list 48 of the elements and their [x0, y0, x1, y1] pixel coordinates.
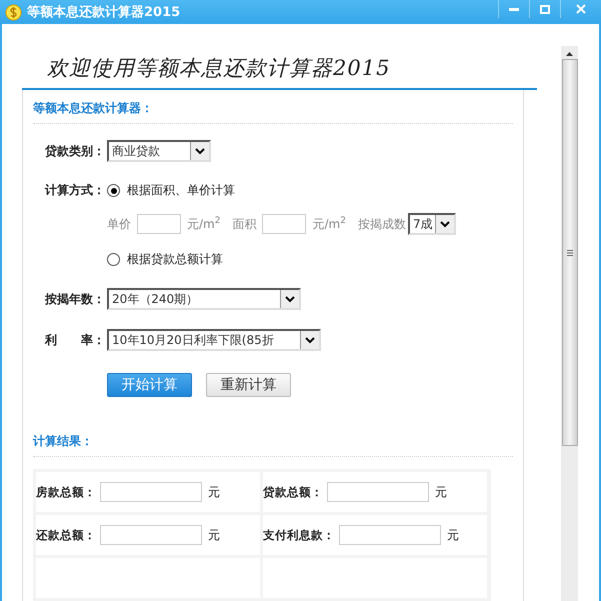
- scroll-thumb[interactable]: [562, 59, 578, 446]
- years-select[interactable]: 20年（240期）: [107, 288, 301, 310]
- ratio-select[interactable]: 7成: [408, 213, 456, 235]
- radio-button[interactable]: [107, 253, 120, 266]
- radio-button[interactable]: [107, 184, 120, 197]
- unit-label: 元/m$^{2}$: [312, 216, 346, 232]
- input-field[interactable]: [100, 525, 202, 545]
- caret-icon: [440, 220, 450, 228]
- input-field[interactable]: [339, 525, 441, 545]
- unit-price-field[interactable]: [137, 214, 181, 234]
- field-label: 按揭年数：: [45, 290, 106, 308]
- input-field[interactable]: [327, 482, 429, 502]
- scroll-up-icon: [566, 52, 573, 56]
- area-field[interactable]: [262, 214, 306, 234]
- field-label: 支付利息款：: [263, 528, 335, 542]
- close-icon: [576, 4, 586, 14]
- window-title: 等额本息还款计算器2015: [27, 4, 180, 21]
- unit-label: 元: [208, 484, 220, 500]
- field-label: 面积: [232, 216, 256, 232]
- minimize-icon: [509, 8, 519, 10]
- welcome-banner: 欢迎使用等额本息还款计算器2015: [22, 47, 537, 90]
- option-label: 根据贷款总额计算: [127, 251, 223, 268]
- field-label: 按揭成数: [358, 216, 406, 232]
- coin-icon: [5, 4, 22, 20]
- option-label: 根据面积、单价计算: [127, 182, 235, 199]
- maximize-icon: [540, 4, 550, 14]
- unit-label: 元: [435, 484, 447, 500]
- caret-icon: [305, 336, 315, 344]
- section-heading: 计算结果：: [33, 423, 513, 457]
- field-label: 还款总额：: [36, 528, 96, 542]
- caret-icon: [195, 148, 205, 154]
- section-heading: 等额本息还款计算器：: [33, 90, 513, 124]
- input-field[interactable]: [100, 482, 202, 502]
- field-label: 计算方式：: [45, 182, 106, 199]
- caret-icon: [285, 296, 295, 302]
- field-label: 贷款类别：: [45, 142, 106, 160]
- field-label: 利 率：: [45, 332, 106, 348]
- field-label: 单价: [107, 216, 131, 232]
- unit-label: 元: [208, 526, 220, 544]
- scrollbar[interactable]: [561, 46, 578, 601]
- grip-icon: [566, 250, 572, 256]
- loan-type-select[interactable]: 商业贷款: [107, 140, 211, 162]
- unit-label: 元/m$^{2}$: [187, 216, 220, 232]
- reset-button[interactable]: 重新计算: [206, 373, 291, 397]
- field-label: 贷款总额：: [263, 484, 323, 500]
- field-label: 房款总额：: [36, 484, 96, 500]
- unit-label: 元: [447, 526, 459, 544]
- rate-select[interactable]: 10年10月20日利率下限(85折: [107, 329, 321, 351]
